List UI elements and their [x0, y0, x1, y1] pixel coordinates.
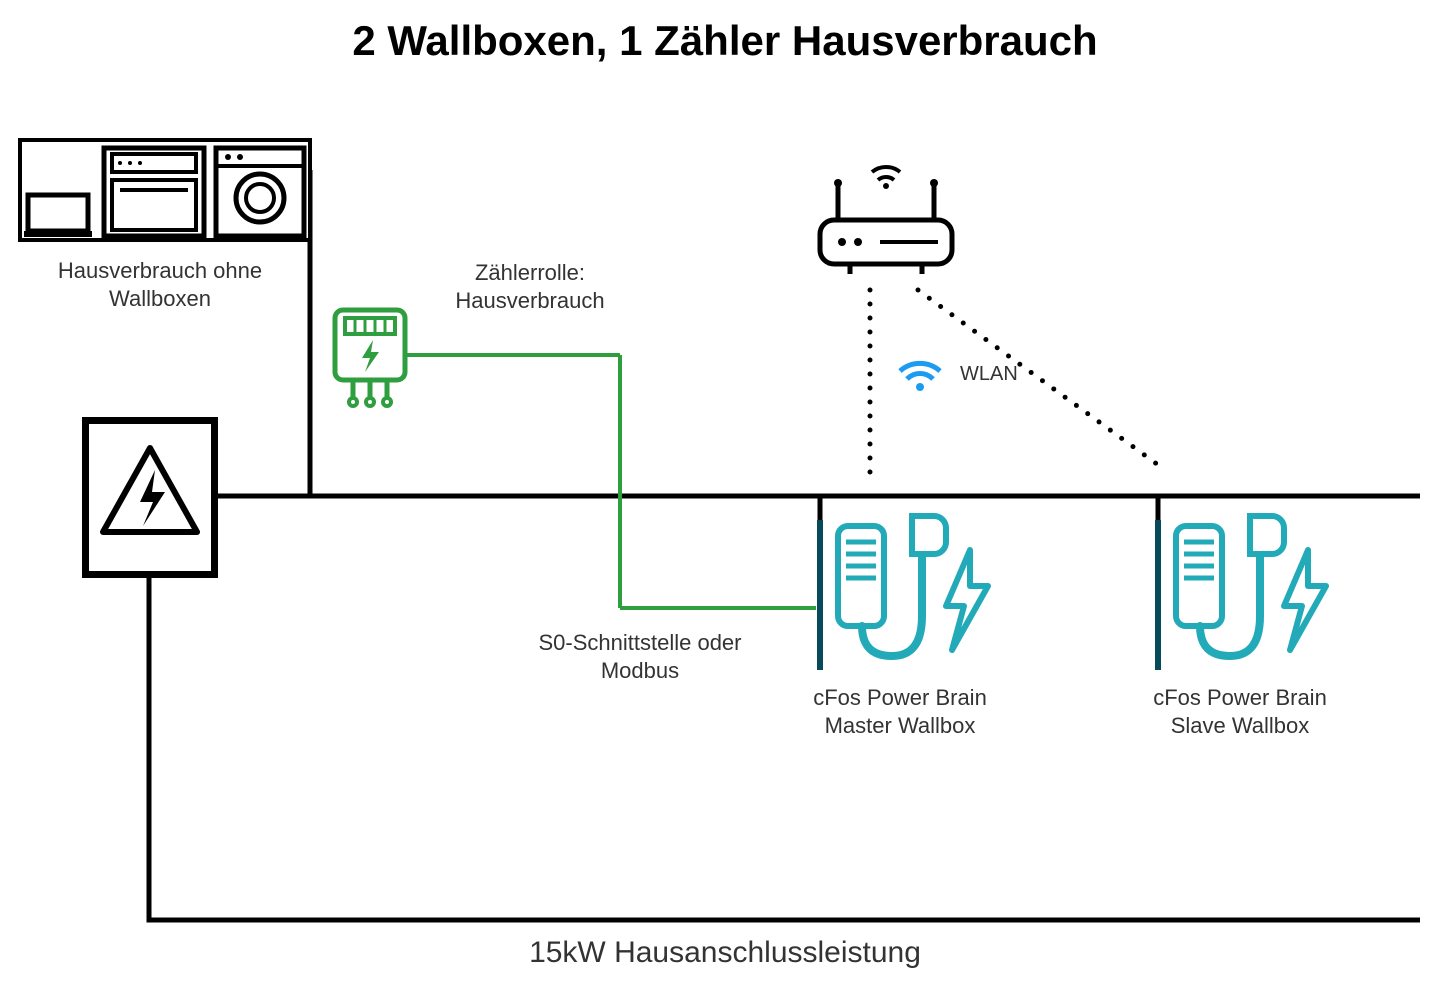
slave-wallbox-label-1: cFos Power Brain [1153, 685, 1327, 710]
slave-wallbox-icon [1158, 516, 1326, 670]
bottom-bus-line [149, 576, 1420, 920]
connection-power-label: 15kW Hausanschlussleistung [529, 936, 921, 969]
router-icon [820, 167, 952, 274]
slave-wallbox-label-2: Slave Wallbox [1171, 713, 1310, 738]
wlan-label: WLAN [960, 363, 1018, 385]
interface-label-1: S0-Schnittstelle oder [539, 630, 742, 655]
meter-role-label-1: Zählerrolle: [475, 260, 585, 285]
master-wallbox-label-2: Master Wallbox [825, 713, 976, 738]
appliances-icon [20, 140, 310, 240]
master-wallbox-label-1: cFos Power Brain [813, 685, 987, 710]
meter-icon [335, 310, 405, 406]
fuse-box-icon [85, 420, 215, 575]
wlan-link-slave [918, 290, 1165, 470]
diagram-title: 2 Wallboxen, 1 Zähler Hausverbrauch [352, 17, 1097, 64]
master-wallbox-icon [820, 516, 988, 670]
network-diagram: 2 Wallboxen, 1 Zähler Hausverbrauch WLAN [0, 0, 1451, 987]
house-consumption-label-2: Wallboxen [109, 286, 211, 311]
wifi-icon [900, 363, 940, 391]
meter-role-label-2: Hausverbrauch [455, 288, 604, 313]
interface-label-2: Modbus [601, 658, 679, 683]
house-consumption-label-1: Hausverbrauch ohne [58, 258, 262, 283]
